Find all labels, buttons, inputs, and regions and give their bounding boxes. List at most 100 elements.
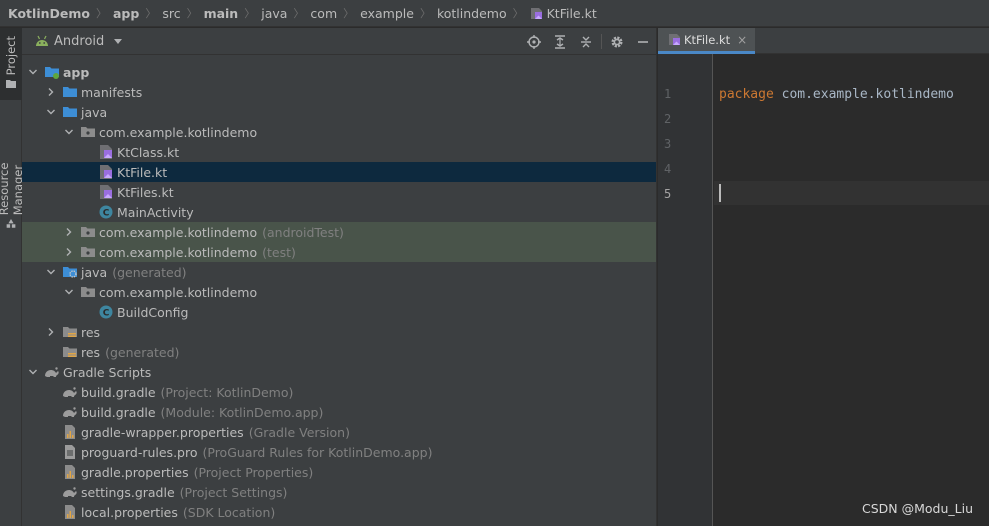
- chevron-right-icon: 〉: [186, 7, 198, 20]
- tree-row-label: com.example.kotlindemo: [99, 224, 258, 240]
- props-icon: [62, 464, 78, 480]
- tree-row[interactable]: C MainActivity: [22, 202, 656, 222]
- breadcrumb-item[interactable]: main: [204, 6, 239, 21]
- breadcrumb-item[interactable]: KtFile.kt: [530, 6, 597, 21]
- tree-row[interactable]: com.example.kotlindemo: [22, 282, 656, 302]
- tree-row[interactable]: java: [22, 102, 656, 122]
- folder-icon: [62, 84, 78, 100]
- chevron-right-icon[interactable]: [64, 227, 74, 237]
- chevron-right-icon[interactable]: [64, 247, 74, 257]
- resource-manager-tool-button[interactable]: Resource Manager: [0, 108, 25, 228]
- tree-row-hint: (Project Settings): [179, 484, 288, 500]
- props-icon: [62, 504, 78, 520]
- chevron-down-icon[interactable]: [28, 367, 38, 377]
- tree-row-hint: (test): [262, 244, 296, 260]
- tree-row[interactable]: C BuildConfig: [22, 302, 656, 322]
- tree-row-label: settings.gradle: [81, 484, 175, 500]
- chevron-down-icon[interactable]: [114, 38, 123, 44]
- tree-row[interactable]: proguard-rules.pro (ProGuard Rules for Ko…: [22, 442, 656, 462]
- chevron-right-icon[interactable]: [46, 327, 56, 337]
- chevron-right-icon: 〉: [343, 7, 355, 20]
- view-selector[interactable]: Android: [54, 34, 104, 49]
- expand-all-icon[interactable]: [547, 28, 573, 55]
- tree-row-label: proguard-rules.pro: [81, 444, 198, 460]
- chevron-down-icon[interactable]: [64, 287, 74, 297]
- tree-row-label: KtClass.kt: [117, 144, 180, 160]
- tree-row-hint: (SDK Location): [182, 504, 276, 520]
- breadcrumb-label: com: [310, 5, 338, 21]
- current-line-highlight: [714, 181, 989, 205]
- keyword-package: package: [719, 87, 774, 102]
- tree-row-label: gradle.properties: [81, 464, 189, 480]
- tree-row[interactable]: com.example.kotlindemo (androidTest): [22, 222, 656, 242]
- tree-row[interactable]: local.properties (SDK Location): [22, 502, 656, 522]
- collapse-all-icon[interactable]: [573, 28, 599, 55]
- tree-row[interactable]: manifests: [22, 82, 656, 102]
- kotlin-file-icon: [669, 34, 680, 45]
- left-tool-stripe: Project Resource Manager: [0, 28, 25, 526]
- tree-row[interactable]: build.gradle (Module: KotlinDemo.app): [22, 402, 656, 422]
- package-icon: [80, 284, 96, 300]
- breadcrumb-item[interactable]: java: [261, 6, 287, 21]
- toolbar-divider: [601, 34, 602, 49]
- code-line-1: package com.example.kotlindemo: [719, 87, 954, 102]
- tree-row[interactable]: build.gradle (Project: KotlinDemo): [22, 382, 656, 402]
- breadcrumb-label: java: [261, 5, 288, 21]
- hide-icon[interactable]: [630, 28, 656, 55]
- package-name: com.example.kotlindemo: [773, 87, 954, 102]
- tree-row-label: manifests: [81, 84, 143, 100]
- gear-icon[interactable]: [604, 28, 630, 55]
- tree-row-label: com.example.kotlindemo: [99, 124, 258, 140]
- chevron-right-icon[interactable]: [46, 87, 56, 97]
- chevron-down-icon[interactable]: [46, 107, 56, 117]
- class-icon: C: [98, 304, 114, 320]
- chevron-right-icon: 〉: [95, 7, 107, 20]
- close-icon[interactable]: ×: [737, 33, 747, 47]
- breadcrumb-item[interactable]: com: [310, 6, 337, 21]
- genfolder-icon: [62, 264, 78, 280]
- class-icon: C: [98, 204, 114, 220]
- breadcrumb-item[interactable]: kotlindemo: [437, 6, 507, 21]
- tree-row[interactable]: KtClass.kt: [22, 142, 656, 162]
- tree-row[interactable]: gradle.properties (Project Properties): [22, 462, 656, 482]
- locate-icon[interactable]: [521, 28, 547, 55]
- tree-row[interactable]: gradle-wrapper.properties (Gradle Version…: [22, 422, 656, 442]
- tree-row[interactable]: KtFiles.kt: [22, 182, 656, 202]
- tree-row[interactable]: res (generated): [22, 342, 656, 362]
- kotlin-icon: [98, 164, 114, 180]
- tree-row[interactable]: Gradle Scripts: [22, 362, 656, 382]
- tree-row-hint: (generated): [105, 344, 180, 360]
- chevron-down-icon[interactable]: [64, 127, 74, 137]
- breadcrumb-label: KotlinDemo: [8, 5, 90, 21]
- tree-row[interactable]: com.example.kotlindemo (test): [22, 242, 656, 262]
- tree-row[interactable]: res: [22, 322, 656, 342]
- breadcrumb-label: app: [112, 5, 140, 21]
- breadcrumb-item[interactable]: example: [360, 6, 414, 21]
- code-area[interactable]: package com.example.kotlindemo: [714, 54, 989, 526]
- resfolder-icon: [62, 324, 78, 340]
- kotlin-icon: [98, 144, 114, 160]
- tree-row-hint: (Project: KotlinDemo): [160, 384, 294, 400]
- tree-row[interactable]: settings.gradle (Project Settings): [22, 482, 656, 502]
- tree-row-hint: (androidTest): [262, 224, 344, 240]
- chevron-down-icon[interactable]: [28, 67, 38, 77]
- breadcrumb-item[interactable]: src: [162, 6, 180, 21]
- gradle-icon: [62, 484, 78, 500]
- tree-row[interactable]: app: [22, 62, 656, 82]
- tree-row-label: local.properties: [81, 504, 178, 520]
- project-tool-button[interactable]: Project: [0, 28, 22, 100]
- breadcrumb-item[interactable]: app: [113, 6, 139, 21]
- chevron-down-icon[interactable]: [46, 267, 56, 277]
- tab-ktfile[interactable]: KtFile.kt ×: [658, 28, 755, 54]
- line-gutter: 1 2 3 4 5: [658, 54, 713, 526]
- tree-row[interactable]: com.example.kotlindemo: [22, 122, 656, 142]
- breadcrumb-item[interactable]: KotlinDemo: [8, 6, 90, 21]
- tree-row[interactable]: java (generated): [22, 262, 656, 282]
- tree-row[interactable]: KtFile.kt: [22, 162, 656, 182]
